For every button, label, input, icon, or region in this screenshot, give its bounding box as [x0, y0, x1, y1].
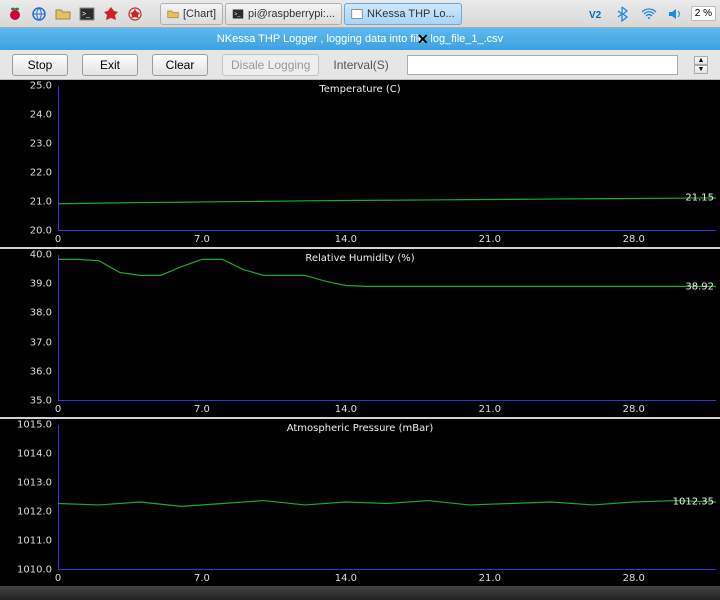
svg-text:>_: >_ [82, 11, 90, 18]
disable-logging-button: Disale Logging [222, 54, 319, 76]
interval-label: Interval(S) [333, 58, 388, 72]
desktop-footer [0, 586, 720, 600]
app-toolbar: Stop Exit Clear Disale Logging Interval(… [0, 50, 720, 80]
task-chart[interactable]: [Chart] [160, 3, 223, 25]
current-value-label: 1012.35 [673, 496, 714, 507]
plot-body: 38.92 [58, 255, 716, 400]
wolfram-icon[interactable] [124, 3, 146, 25]
cpu-percent[interactable]: 2 % [691, 6, 716, 21]
current-value-label: 21.15 [685, 192, 714, 203]
task-terminal[interactable]: >_ pi@raspberrypi:... [225, 3, 342, 25]
menu-raspberry-icon[interactable] [4, 3, 26, 25]
current-value-label: 38.92 [685, 281, 714, 292]
task-label: NKessa THP Lo... [367, 8, 455, 20]
stop-button[interactable]: Stop [12, 54, 68, 76]
task-label: pi@raspberrypi:... [248, 8, 335, 20]
svg-text:>_: >_ [234, 11, 240, 17]
task-app[interactable]: NKessa THP Lo... [344, 3, 462, 25]
system-tray: V2 2 % [587, 4, 716, 24]
chart-relative-humidity-: Relative Humidity (%)35.036.037.038.039.… [0, 249, 720, 416]
clear-button[interactable]: Clear [152, 54, 208, 76]
chart-atmospheric-pressure-mbar-: Atmospheric Pressure (mBar)1010.01011.01… [0, 419, 720, 586]
task-label: [Chart] [183, 8, 216, 20]
vnc-icon[interactable]: V2 [587, 4, 607, 24]
file-manager-icon[interactable] [52, 3, 74, 25]
window-titlebar: NKessa THP Logger , logging data into fi… [0, 28, 720, 50]
window-title-text: NKessa THP Logger , logging data into fi… [217, 33, 503, 45]
interval-input[interactable] [407, 55, 678, 75]
bluetooth-icon[interactable] [613, 4, 633, 24]
wifi-icon[interactable] [639, 4, 659, 24]
svg-text:V2: V2 [589, 10, 602, 21]
exit-button[interactable]: Exit [82, 54, 138, 76]
system-taskbar: >_ [Chart] >_ pi@raspberrypi:... NKessa … [0, 0, 720, 28]
volume-icon[interactable] [665, 4, 685, 24]
plot-container: Temperature (C)20.021.022.023.024.025.02… [0, 80, 720, 586]
terminal-icon[interactable]: >_ [76, 3, 98, 25]
interval-spinner[interactable]: ▲▼ [694, 56, 708, 74]
mathematica-icon[interactable] [100, 3, 122, 25]
chart-temperature-c-: Temperature (C)20.021.022.023.024.025.02… [0, 80, 720, 247]
spin-up-icon[interactable]: ▲ [694, 56, 708, 65]
close-icon[interactable]: ✕ [417, 31, 429, 48]
web-browser-icon[interactable] [28, 3, 50, 25]
spin-down-icon[interactable]: ▼ [694, 65, 708, 74]
plot-body: 21.15 [58, 86, 716, 231]
plot-body: 1012.35 [58, 425, 716, 570]
